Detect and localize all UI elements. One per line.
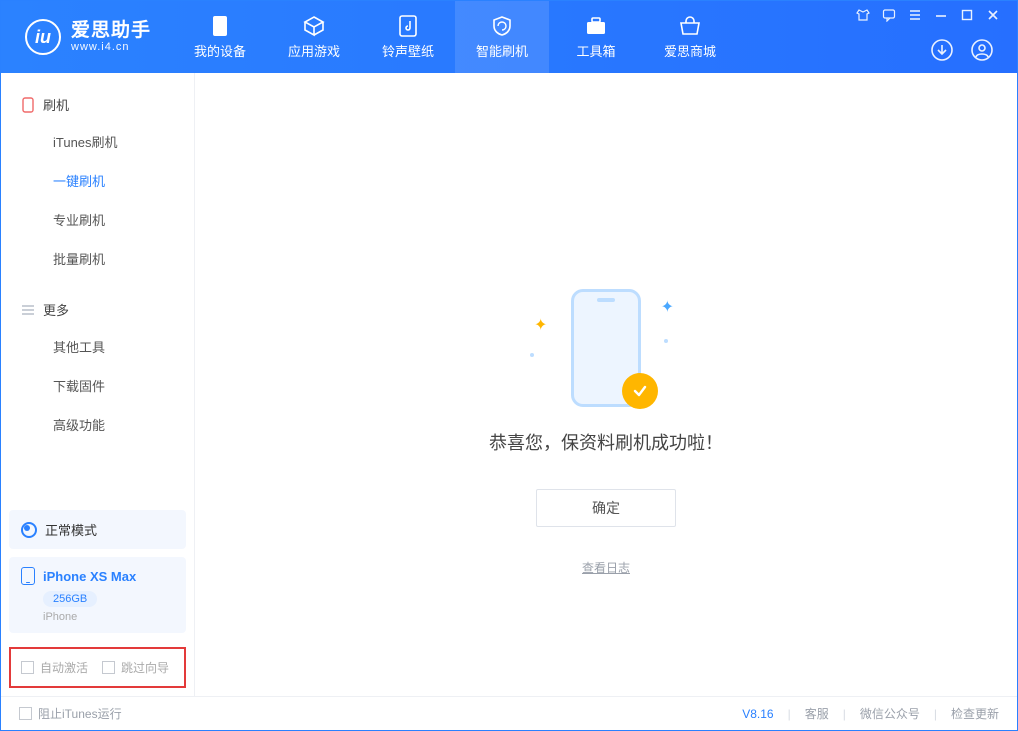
- dot-icon: [664, 339, 668, 343]
- sidebar-section-more: 更多: [1, 292, 194, 327]
- checkbox-icon: [21, 661, 34, 674]
- sidebar-item-oneclick-flash[interactable]: 一键刷机: [1, 161, 194, 200]
- device-box[interactable]: iPhone XS Max 256GB iPhone: [9, 557, 186, 633]
- music-file-icon: [397, 15, 419, 37]
- account-icons: [929, 37, 995, 63]
- checkbox-label: 自动激活: [40, 659, 88, 676]
- logo-icon: iu: [25, 19, 61, 55]
- checkbox-block-itunes[interactable]: 阻止iTunes运行: [19, 705, 122, 722]
- separator: |: [788, 707, 791, 721]
- top-nav: 我的设备 应用游戏 铃声壁纸 智能刷机 工具箱 爱思商城: [173, 1, 737, 73]
- checkbox-icon: [19, 707, 32, 720]
- device-capacity: 256GB: [43, 591, 97, 607]
- nav-label: 智能刷机: [476, 41, 528, 60]
- sidebar-item-itunes-flash[interactable]: iTunes刷机: [1, 122, 194, 161]
- sidebar-bottom: 正常模式 iPhone XS Max 256GB iPhone 自动激活: [1, 502, 194, 696]
- mode-icon: [21, 522, 37, 538]
- version-label: V8.16: [742, 707, 773, 721]
- device-type: iPhone: [43, 611, 174, 623]
- sidebar-list-more: 其他工具 下载固件 高级功能: [1, 327, 194, 444]
- checkbox-skip-guide[interactable]: 跳过向导: [102, 659, 169, 676]
- nav-label: 铃声壁纸: [382, 41, 434, 60]
- store-icon: [679, 15, 701, 37]
- checkbox-auto-activate[interactable]: 自动激活: [21, 659, 88, 676]
- checkbox-label: 阻止iTunes运行: [38, 705, 122, 722]
- toolbox-icon: [585, 15, 607, 37]
- minimize-icon[interactable]: [933, 7, 949, 23]
- nav-ringtone-wallpaper[interactable]: 铃声壁纸: [361, 1, 455, 73]
- check-update-link[interactable]: 检查更新: [951, 705, 999, 722]
- sidebar-item-download-firmware[interactable]: 下载固件: [1, 366, 194, 405]
- dot-icon: [530, 353, 534, 357]
- nav-label: 爱思商城: [664, 41, 716, 60]
- mode-label: 正常模式: [45, 520, 97, 539]
- titlebar-right: [849, 1, 1007, 73]
- feedback-icon[interactable]: [881, 7, 897, 23]
- sparkle-icon: ✦: [661, 297, 674, 317]
- device-icon: [21, 98, 35, 112]
- nav-store[interactable]: 爱思商城: [643, 1, 737, 73]
- sidebar-list-flash: iTunes刷机 一键刷机 专业刷机 批量刷机: [1, 122, 194, 278]
- app-subtitle: www.i4.cn: [71, 41, 151, 53]
- logo-text: 爱思助手 www.i4.cn: [71, 21, 151, 54]
- close-icon[interactable]: [985, 7, 1001, 23]
- sidebar-item-advanced[interactable]: 高级功能: [1, 405, 194, 444]
- separator: |: [934, 707, 937, 721]
- nav-toolbox[interactable]: 工具箱: [549, 1, 643, 73]
- maximize-icon[interactable]: [959, 7, 975, 23]
- separator: |: [843, 707, 846, 721]
- phone-icon: [209, 15, 231, 37]
- mode-box[interactable]: 正常模式: [9, 510, 186, 549]
- nav-my-device[interactable]: 我的设备: [173, 1, 267, 73]
- checkbox-icon: [102, 661, 115, 674]
- shirt-icon[interactable]: [855, 7, 871, 23]
- menu-icon[interactable]: [907, 7, 923, 23]
- window-controls: [855, 7, 1001, 23]
- download-icon[interactable]: [929, 37, 955, 63]
- list-icon: [21, 303, 35, 317]
- section-title: 刷机: [43, 95, 69, 114]
- statusbar-right: V8.16 | 客服 | 微信公众号 | 检查更新: [742, 705, 999, 722]
- sidebar-item-other-tools[interactable]: 其他工具: [1, 327, 194, 366]
- wechat-link[interactable]: 微信公众号: [860, 705, 920, 722]
- section-title: 更多: [43, 300, 69, 319]
- nav-apps-games[interactable]: 应用游戏: [267, 1, 361, 73]
- ok-button[interactable]: 确定: [536, 489, 676, 527]
- nav-label: 我的设备: [194, 41, 246, 60]
- sparkle-icon: ✦: [534, 315, 547, 335]
- checkbox-label: 跳过向导: [121, 659, 169, 676]
- phone-small-icon: [21, 567, 35, 585]
- success-message: 恭喜您，保资料刷机成功啦！: [489, 429, 723, 455]
- sidebar: 刷机 iTunes刷机 一键刷机 专业刷机 批量刷机 更多 其他工具 下载固件 …: [1, 73, 195, 696]
- cube-icon: [303, 15, 325, 37]
- device-name: iPhone XS Max: [43, 569, 136, 584]
- sidebar-item-batch-flash[interactable]: 批量刷机: [1, 239, 194, 278]
- nav-label: 工具箱: [577, 41, 616, 60]
- body: 刷机 iTunes刷机 一键刷机 专业刷机 批量刷机 更多 其他工具 下载固件 …: [1, 73, 1017, 696]
- app-window: iu 爱思助手 www.i4.cn 我的设备 应用游戏 铃声壁纸 智能刷机: [0, 0, 1018, 731]
- shield-sync-icon: [491, 15, 513, 37]
- app-title: 爱思助手: [71, 21, 151, 42]
- user-icon[interactable]: [969, 37, 995, 63]
- check-badge-icon: [622, 373, 658, 409]
- main-content: ✦ ✦ 恭喜您，保资料刷机成功啦！ 确定 查看日志: [195, 73, 1017, 696]
- options-box-highlighted: 自动激活 跳过向导: [9, 647, 186, 688]
- success-illustration: ✦ ✦: [516, 283, 696, 413]
- success-panel: ✦ ✦ 恭喜您，保资料刷机成功啦！ 确定 查看日志: [489, 283, 723, 576]
- titlebar: iu 爱思助手 www.i4.cn 我的设备 应用游戏 铃声壁纸 智能刷机: [1, 1, 1017, 73]
- nav-smart-flash[interactable]: 智能刷机: [455, 1, 549, 73]
- statusbar: 阻止iTunes运行 V8.16 | 客服 | 微信公众号 | 检查更新: [1, 696, 1017, 730]
- support-link[interactable]: 客服: [805, 705, 829, 722]
- sidebar-section-flash: 刷机: [1, 87, 194, 122]
- view-log-link[interactable]: 查看日志: [582, 559, 630, 576]
- nav-label: 应用游戏: [288, 41, 340, 60]
- sidebar-scroll: 刷机 iTunes刷机 一键刷机 专业刷机 批量刷机 更多 其他工具 下载固件 …: [1, 73, 194, 502]
- sidebar-item-pro-flash[interactable]: 专业刷机: [1, 200, 194, 239]
- logo-area: iu 爱思助手 www.i4.cn: [1, 19, 173, 55]
- device-top: iPhone XS Max: [21, 567, 174, 585]
